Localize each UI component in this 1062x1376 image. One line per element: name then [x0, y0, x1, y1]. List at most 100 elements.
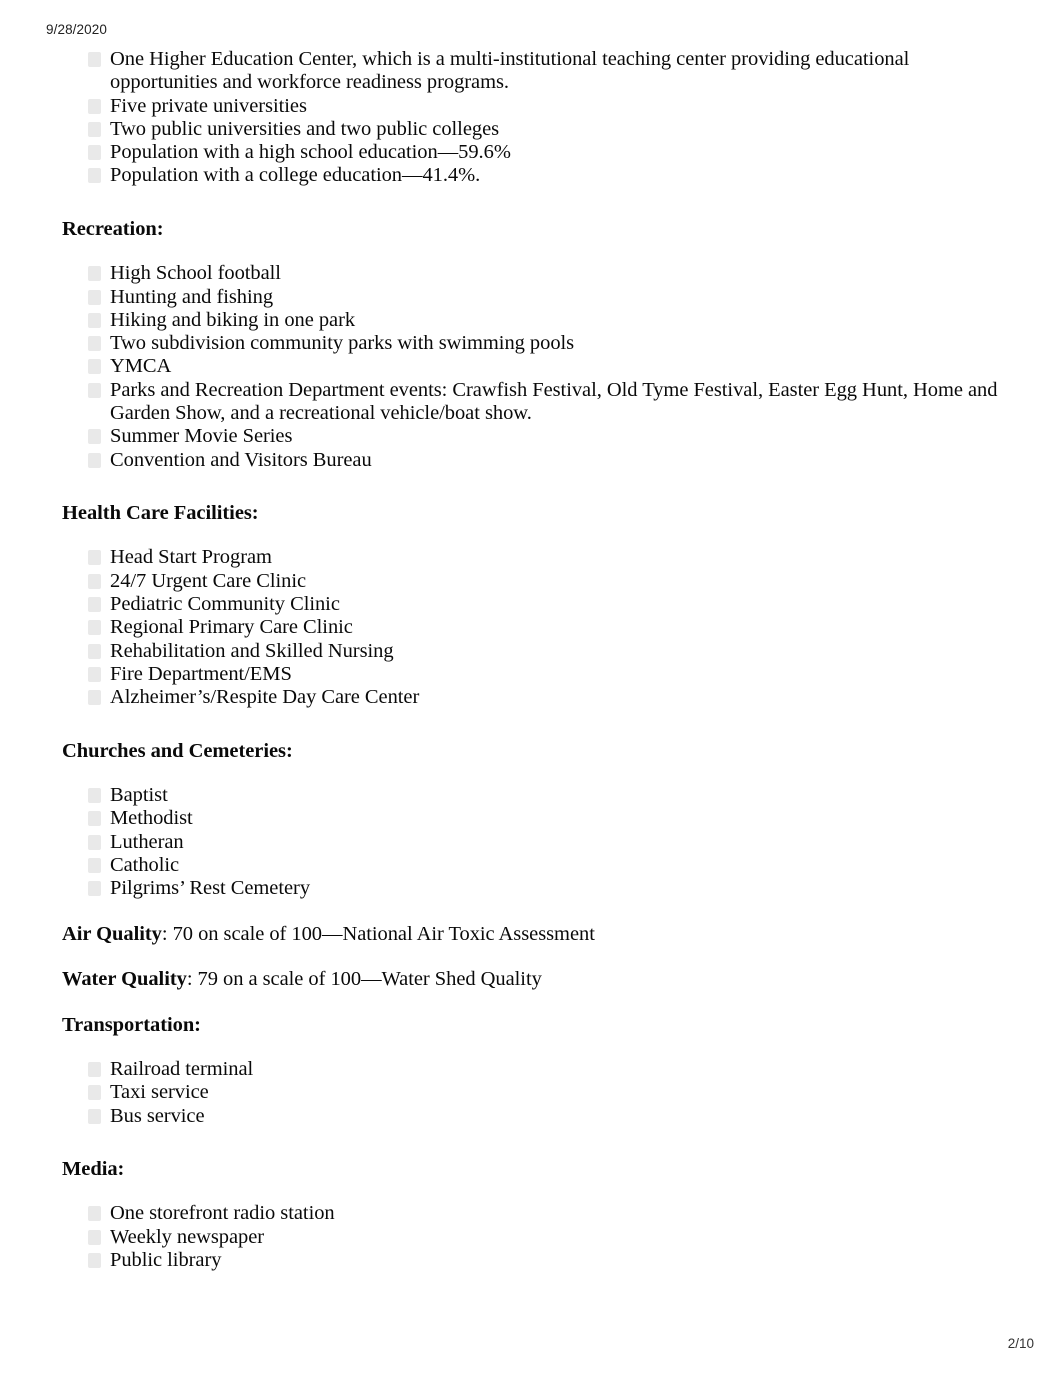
list-item: Baptist: [62, 784, 1014, 807]
list-item-label: Head Start Program: [110, 546, 272, 569]
list-item-label: Regional Primary Care Clinic: [110, 616, 353, 639]
list-item-label: Parks and Recreation Department events: …: [110, 378, 998, 425]
list-item-label: YMCA: [110, 355, 172, 378]
list-item-label: One storefront radio station: [110, 1202, 335, 1225]
list-item: Population with a college education—41.4…: [62, 164, 1014, 187]
list-item: Bus service: [62, 1105, 1014, 1128]
list-item-label: Weekly newspaper: [110, 1225, 265, 1248]
square-bullet-icon: [88, 1229, 101, 1245]
heading-health-care-facilities: Health Care Facilities:: [62, 501, 259, 524]
list-item-label: High School football: [110, 262, 281, 285]
list-item-label: Population with a high school education—…: [110, 141, 511, 164]
list-item-label: Five private universities: [110, 94, 307, 117]
square-bullet-icon: [88, 857, 101, 873]
list-item: Five private universities: [62, 95, 1014, 118]
list-item: Pediatric Community Clinic: [62, 593, 1014, 616]
media-list: One storefront radio station Weekly newsp…: [62, 1202, 1014, 1272]
square-bullet-icon: [88, 881, 101, 897]
square-bullet-icon: [88, 1108, 101, 1124]
list-item-label: Hiking and biking in one park: [110, 308, 356, 331]
water-quality-label: Water Quality: [62, 968, 187, 991]
square-bullet-icon: [88, 289, 101, 305]
square-bullet-icon: [88, 312, 101, 328]
list-item: Regional Primary Care Clinic: [62, 616, 1014, 639]
list-item-label: Fire Department/EMS: [110, 662, 292, 685]
list-item-label: Two subdivision community parks with swi…: [110, 332, 575, 355]
square-bullet-icon: [88, 1085, 101, 1101]
churches-list: Baptist Methodist Lutheran Catholic Pilgrims…: [62, 784, 1014, 900]
list-item-label: One Higher Education Center, which is a …: [110, 48, 910, 94]
list-item: High School football: [62, 262, 1014, 285]
list-item-label: Alzheimer’s/Respite Day Care Center: [110, 686, 420, 709]
list-item: Railroad terminal: [62, 1058, 1014, 1081]
list-item-label: Population with a college education—41.4…: [110, 164, 481, 187]
list-item-label: Railroad terminal: [110, 1058, 254, 1081]
list-item: One storefront radio station: [62, 1202, 1014, 1225]
square-bullet-icon: [88, 266, 101, 282]
list-item: Lutheran: [62, 831, 1014, 854]
list-item-label: Rehabilitation and Skilled Nursing: [110, 639, 394, 662]
transportation-list: Railroad terminal Taxi service Bus service: [62, 1058, 1014, 1128]
water-quality-value: : 79 on a scale of 100—Water Shed Qualit…: [186, 968, 542, 991]
square-bullet-icon: [88, 620, 101, 636]
list-item-label: Public library: [110, 1249, 222, 1271]
health-care-list: Head Start Program 24/7 Urgent Care Clini…: [62, 546, 1014, 709]
list-item-label: Baptist: [110, 784, 168, 807]
square-bullet-icon: [88, 834, 101, 850]
square-bullet-icon: [88, 597, 101, 613]
heading-transportation: Transportation:: [62, 1013, 201, 1036]
square-bullet-icon: [88, 666, 101, 682]
square-bullet-icon: [88, 1253, 101, 1268]
list-item-label: Methodist: [110, 807, 193, 830]
square-bullet-icon: [88, 429, 101, 445]
document-page: 9/28/2020 One Higher Education Center, w…: [0, 0, 1062, 1376]
square-bullet-icon: [88, 336, 101, 352]
list-item-label: Pilgrims’ Rest Cemetery: [110, 877, 311, 900]
list-item-label: Summer Movie Series: [110, 425, 293, 448]
air-quality-statement: Air Quality: 70 on scale of 100—National…: [62, 923, 1014, 947]
list-item: Parks and Recreation Department events: …: [62, 379, 1014, 426]
list-item: 24/7 Urgent Care Clinic: [62, 570, 1014, 593]
list-item-label: 24/7 Urgent Care Clinic: [110, 569, 307, 592]
list-item: YMCA: [62, 355, 1014, 378]
list-item: Catholic: [62, 854, 1014, 877]
list-item: Public library: [62, 1249, 1014, 1272]
air-quality-label: Air Quality: [62, 922, 162, 945]
list-item: Head Start Program: [62, 546, 1014, 569]
square-bullet-icon: [88, 550, 101, 566]
square-bullet-icon: [88, 121, 101, 137]
heading-media: Media:: [62, 1157, 125, 1180]
square-bullet-icon: [88, 788, 101, 804]
education-list: One Higher Education Center, which is a …: [62, 48, 1014, 188]
list-item: Two subdivision community parks with swi…: [62, 332, 1014, 355]
recreation-list: High School football Hunting and fishing H…: [62, 262, 1014, 472]
list-item: Methodist: [62, 807, 1014, 830]
list-item-label: Two public universities and two public c…: [110, 117, 500, 140]
water-quality-statement: Water Quality: 79 on a scale of 100—Wate…: [62, 968, 1014, 992]
list-item: Taxi service: [62, 1081, 1014, 1104]
list-item-label: Pediatric Community Clinic: [110, 593, 340, 616]
page-footer-number: 2/10: [1007, 1336, 1034, 1351]
air-quality-value: : 70 on scale of 100—National Air Toxic …: [161, 922, 595, 945]
list-item: Alzheimer’s/Respite Day Care Center: [62, 686, 1014, 709]
list-item: One Higher Education Center, which is a …: [62, 48, 1014, 95]
list-item: Hiking and biking in one park: [62, 309, 1014, 332]
document-body: One Higher Education Center, which is a …: [62, 48, 1014, 1272]
square-bullet-icon: [88, 811, 101, 827]
heading-recreation: Recreation:: [62, 217, 164, 240]
list-item: Population with a high school education—…: [62, 141, 1014, 164]
square-bullet-icon: [88, 452, 101, 468]
list-item: Rehabilitation and Skilled Nursing: [62, 640, 1014, 663]
square-bullet-icon: [88, 359, 101, 375]
